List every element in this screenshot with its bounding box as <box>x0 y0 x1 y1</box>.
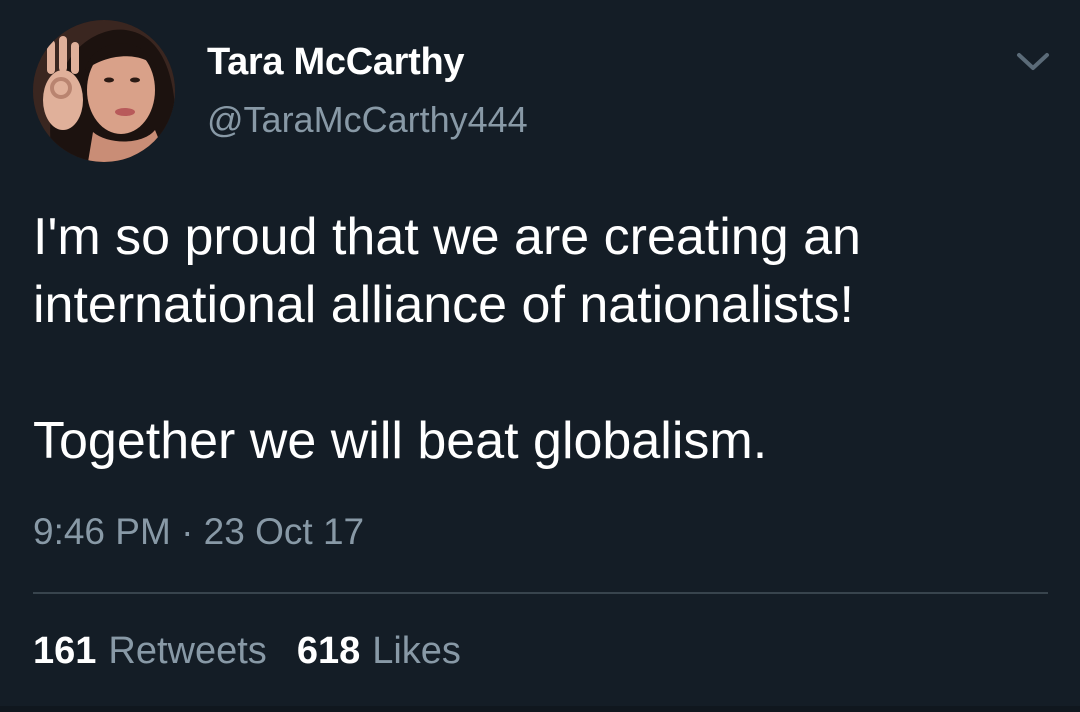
tweet-stats: 161 Retweets 618 Likes <box>33 630 461 673</box>
likes-label: Likes <box>372 630 461 672</box>
avatar[interactable] <box>33 20 175 162</box>
tweet-text-line: I'm so proud that we are creating an <box>33 208 861 266</box>
tweet-timestamp[interactable]: 9:46 PM · 23 Oct 17 <box>33 511 364 553</box>
retweets-stat[interactable]: 161 Retweets <box>33 630 267 673</box>
author-display-name[interactable]: Tara McCarthy <box>207 41 465 84</box>
author-handle[interactable]: @TaraMcCarthy444 <box>207 99 528 141</box>
avatar-image <box>33 20 175 162</box>
divider <box>33 592 1048 594</box>
tweet-card: Tara McCarthy @TaraMcCarthy444 I'm so pr… <box>0 0 1080 712</box>
tweet-text: I'm so proud that we are creating an int… <box>33 203 1053 475</box>
retweets-count: 161 <box>33 630 97 672</box>
retweets-label: Retweets <box>108 630 267 672</box>
tweet-text-line: Together we will beat globalism. <box>33 412 768 470</box>
tweet-text-line: international alliance of nationalists! <box>33 276 854 334</box>
chevron-down-icon[interactable] <box>1011 43 1055 79</box>
likes-count: 618 <box>296 630 361 672</box>
bottom-border <box>0 706 1080 712</box>
likes-stat[interactable]: 618 Likes <box>297 630 461 673</box>
